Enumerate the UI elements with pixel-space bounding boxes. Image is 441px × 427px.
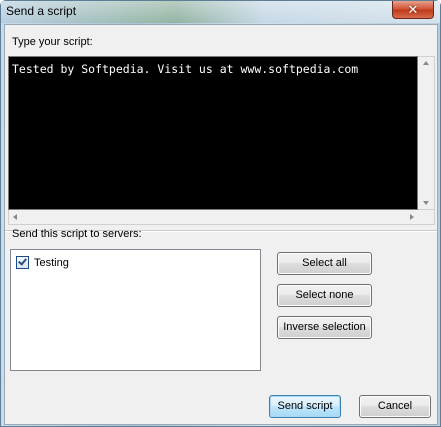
script-content: Tested by Softpedia. Visit us at www.sof… bbox=[12, 62, 359, 76]
send-script-window: Send a script ✕ Type your script: Tested… bbox=[0, 0, 441, 427]
scroll-corner bbox=[418, 210, 435, 225]
cancel-button[interactable]: Cancel bbox=[359, 395, 431, 418]
server-list[interactable]: Testing bbox=[10, 249, 261, 371]
select-all-button[interactable]: Select all bbox=[277, 252, 372, 275]
title-bar[interactable]: Send a script ✕ bbox=[1, 1, 440, 23]
scroll-right-arrow-icon[interactable] bbox=[410, 214, 414, 220]
close-icon: ✕ bbox=[407, 2, 419, 17]
dialog-body: Type your script: Tested by Softpedia. V… bbox=[4, 24, 438, 425]
checkmark-icon bbox=[18, 256, 27, 266]
vertical-scrollbar[interactable] bbox=[418, 56, 435, 210]
window-title: Send a script bbox=[6, 4, 77, 18]
server-checkbox[interactable] bbox=[16, 256, 29, 269]
inverse-selection-button[interactable]: Inverse selection bbox=[277, 316, 372, 339]
scroll-down-arrow-icon[interactable] bbox=[423, 201, 429, 205]
server-name: Testing bbox=[34, 256, 69, 269]
servers-label: Send this script to servers: bbox=[12, 228, 142, 240]
script-label: Type your script: bbox=[12, 36, 93, 48]
scroll-left-arrow-icon[interactable] bbox=[13, 214, 17, 220]
list-item[interactable]: Testing bbox=[16, 255, 69, 270]
script-textarea[interactable]: Tested by Softpedia. Visit us at www.sof… bbox=[8, 56, 418, 210]
scroll-up-arrow-icon[interactable] bbox=[423, 61, 429, 65]
horizontal-scrollbar[interactable] bbox=[8, 210, 418, 225]
select-none-button[interactable]: Select none bbox=[277, 284, 372, 307]
close-button[interactable]: ✕ bbox=[392, 1, 434, 19]
send-script-button[interactable]: Send script bbox=[269, 395, 341, 418]
